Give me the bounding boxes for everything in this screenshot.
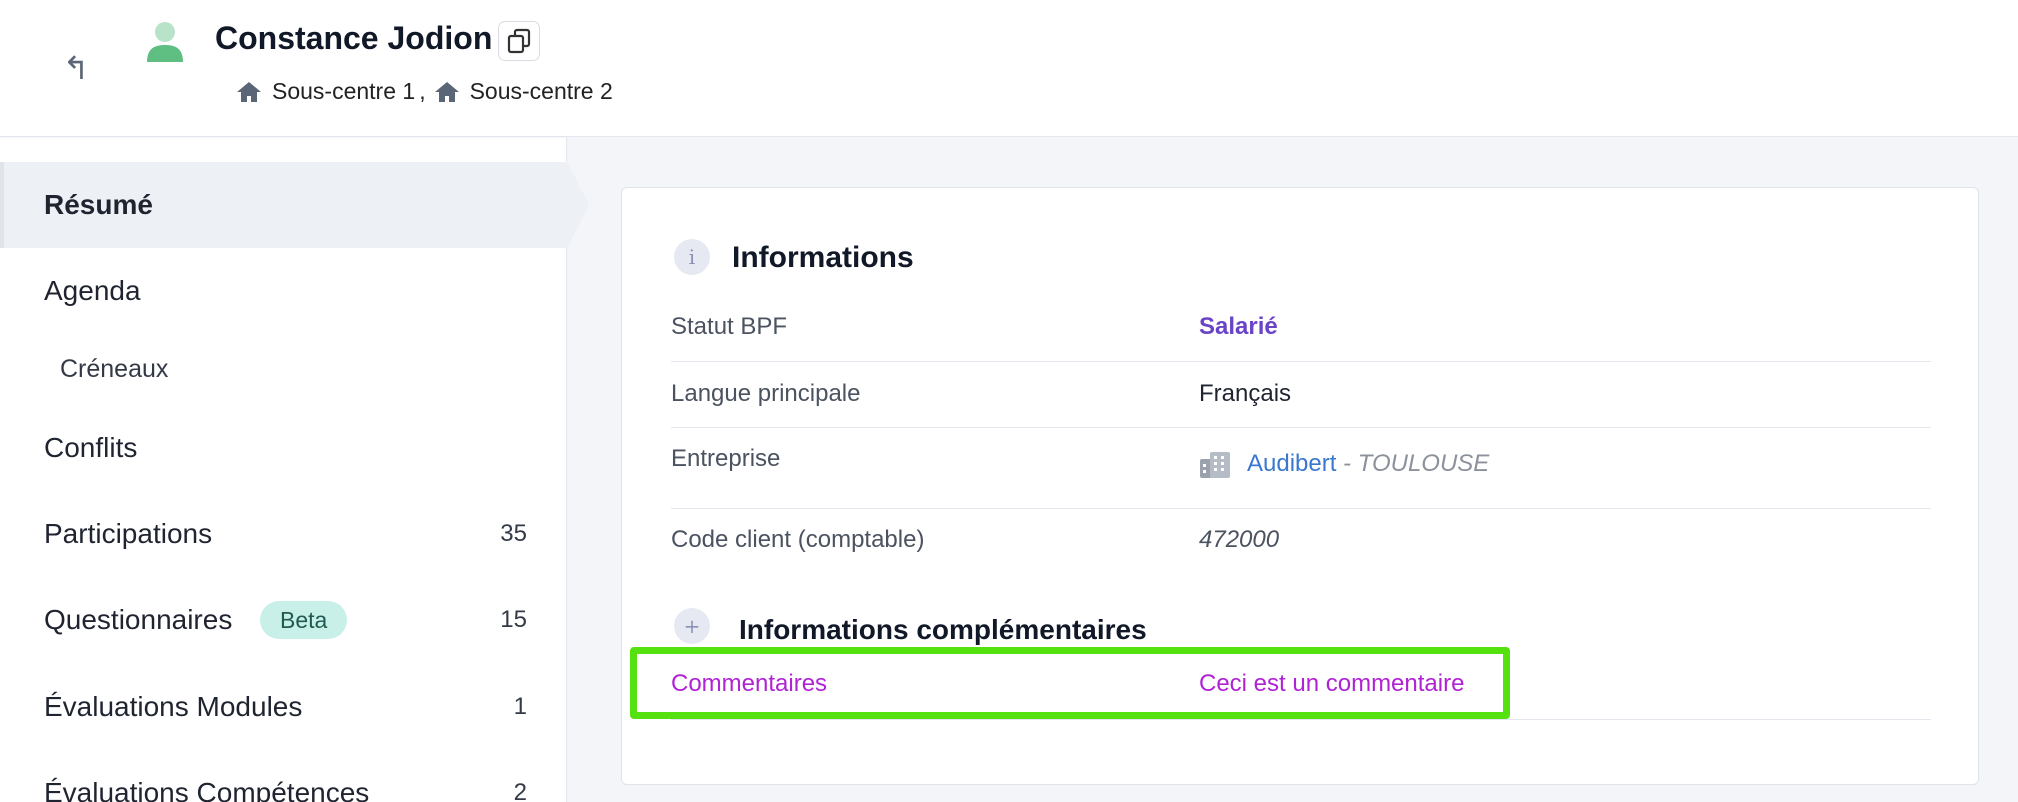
row-divider: [671, 427, 1931, 428]
informations-title: Informations: [732, 241, 914, 274]
sidebar-item-participations[interactable]: Participations 35: [0, 491, 567, 577]
sidebar-nav: Résumé Agenda Créneaux Conflits Particip…: [0, 138, 589, 802]
langue-principale-label: Langue principale: [671, 380, 861, 407]
info-icon: i: [674, 239, 710, 275]
questionnaires-count: 15: [500, 606, 527, 633]
sidebar-item-conflits[interactable]: Conflits: [0, 405, 567, 491]
sidebar-item-questionnaires[interactable]: Questionnaires Beta 15: [0, 577, 567, 663]
person-name: Constance Jodion: [215, 20, 493, 56]
evaluations-modules-count: 1: [513, 693, 527, 720]
center-list: Sous-centre 1 , Sous-centre 2: [236, 78, 613, 105]
center-separator: ,: [419, 78, 426, 104]
entreprise-label: Entreprise: [671, 445, 781, 472]
building-icon: [1200, 451, 1230, 478]
sidebar-item-label: Conflits: [44, 432, 138, 463]
sidebar-item-evaluations-competences[interactable]: Évaluations Compétences 2: [0, 750, 567, 802]
evaluations-competences-count: 2: [513, 779, 527, 802]
center-link-2[interactable]: Sous-centre 2: [470, 78, 613, 105]
company-city: TOULOUSE: [1357, 450, 1490, 477]
company-separator: -: [1336, 450, 1358, 477]
sidebar-item-agenda[interactable]: Agenda: [0, 248, 567, 334]
beta-badge: Beta: [260, 601, 348, 639]
sidebar-item-label: Créneaux: [60, 354, 169, 383]
page-header: ↰ Constance Jodion Sous-centre 1 , Sous-…: [0, 0, 2018, 137]
sidebar-item-resume[interactable]: Résumé: [0, 162, 589, 248]
home-icon: [434, 81, 459, 102]
plus-icon: +: [674, 608, 710, 644]
informations-card: i Informations Statut BPF Salarié Langue…: [621, 187, 1979, 785]
commentaires-label: Commentaires: [671, 670, 828, 697]
sidebar-item-label: Évaluations Modules: [44, 691, 303, 722]
user-avatar-icon: [147, 22, 183, 62]
entreprise-value: Audibert - TOULOUSE: [1199, 450, 1489, 479]
commentaires-value: Ceci est un commentaire: [1199, 670, 1465, 697]
row-divider: [671, 361, 1931, 362]
row-divider: [671, 719, 1931, 720]
langue-principale-value: Français: [1199, 380, 1292, 407]
sidebar-item-label: Évaluations Compétences: [44, 777, 370, 802]
sidebar-item-label: Agenda: [44, 275, 141, 306]
center-link-1[interactable]: Sous-centre 1: [272, 78, 415, 105]
copy-icon: [507, 28, 531, 54]
code-client-label: Code client (comptable): [671, 526, 925, 553]
sidebar-item-label: Résumé: [44, 189, 153, 220]
informations-complementaires-title: Informations complémentaires: [739, 614, 1147, 645]
code-client-value: 472000: [1199, 526, 1280, 553]
sidebar-item-label: Questionnaires: [44, 604, 233, 635]
back-arrow-icon[interactable]: ↰: [58, 50, 94, 86]
home-icon: [237, 81, 261, 102]
sidebar-item-evaluations-modules[interactable]: Évaluations Modules 1: [0, 664, 567, 750]
sidebar-item-label: Participations: [44, 518, 213, 549]
active-indicator: [567, 162, 589, 248]
row-divider: [671, 508, 1931, 509]
statut-bpf-label: Statut BPF: [671, 313, 788, 340]
sidebar-item-creneaux[interactable]: Créneaux: [0, 326, 567, 412]
copy-button[interactable]: [498, 21, 540, 61]
participations-count: 35: [500, 520, 527, 547]
statut-bpf-value: Salarié: [1199, 313, 1278, 340]
company-link[interactable]: Audibert: [1247, 450, 1336, 477]
